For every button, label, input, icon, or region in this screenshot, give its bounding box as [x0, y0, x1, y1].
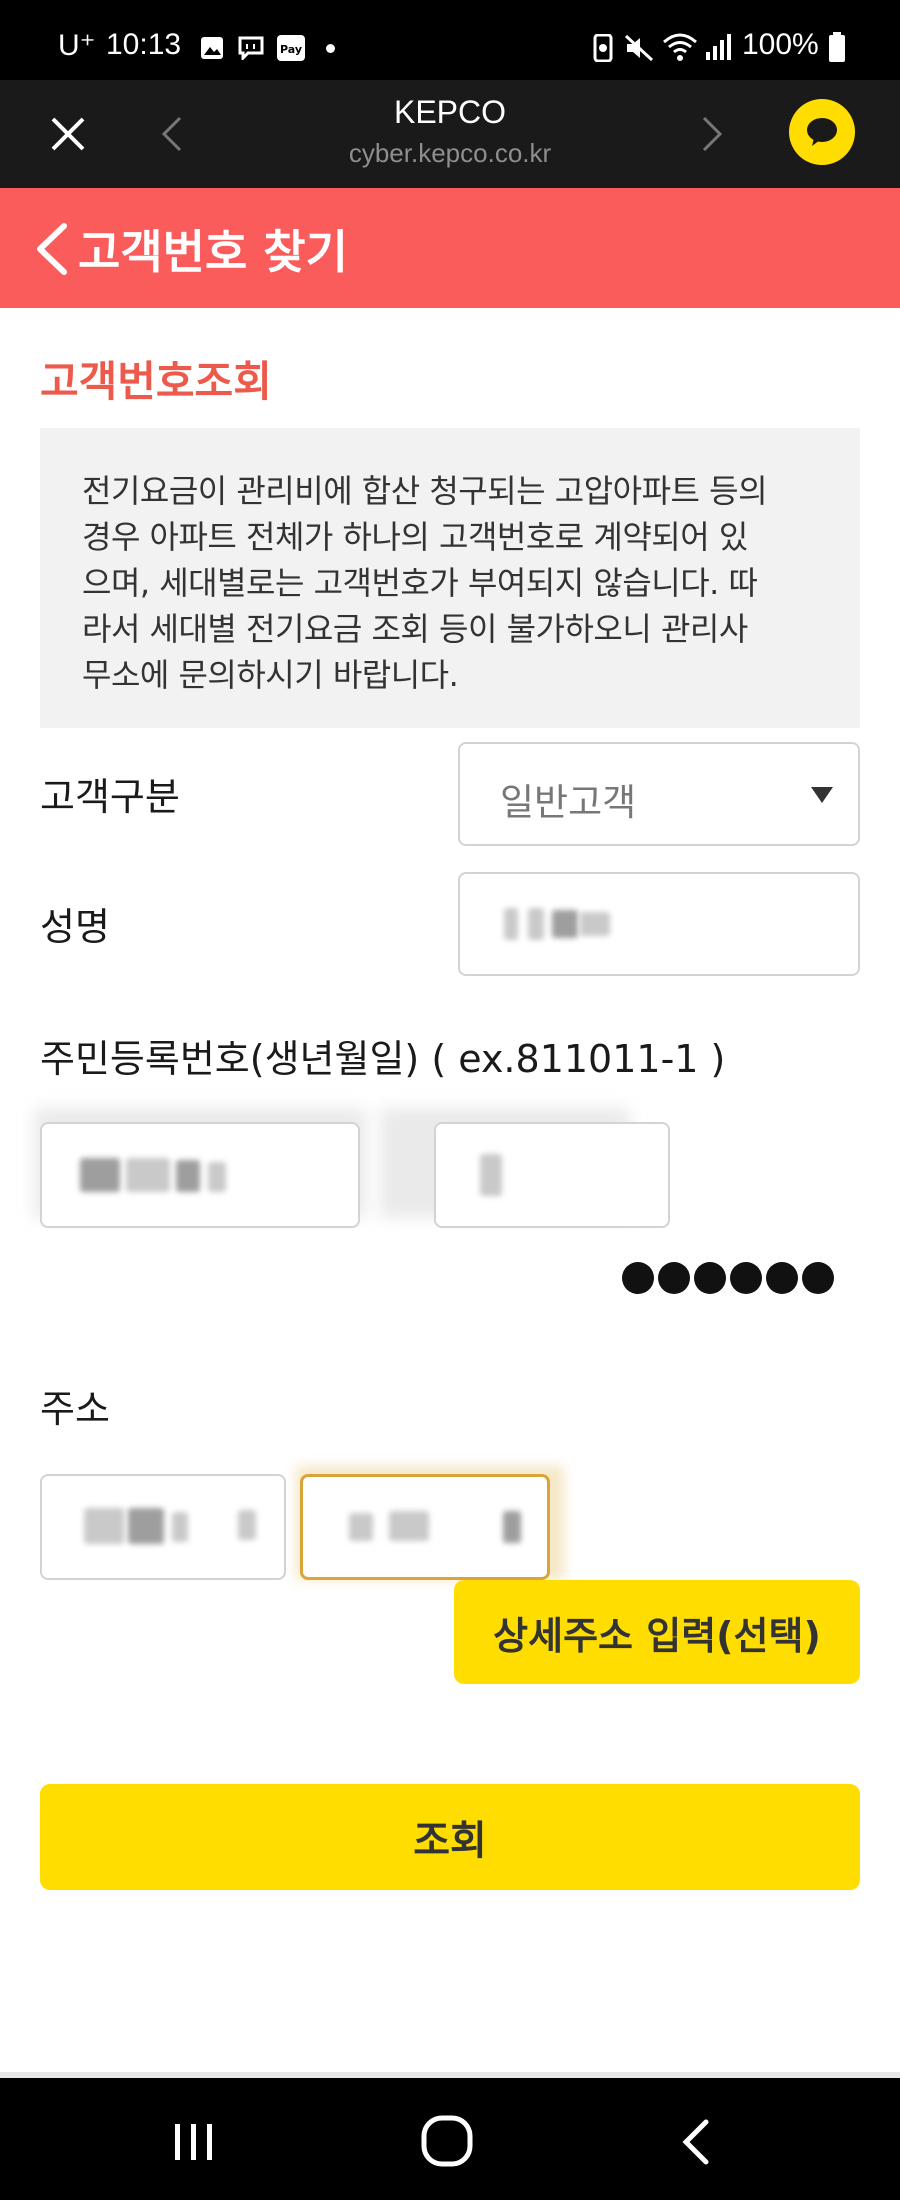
gallery-icon: [201, 37, 223, 59]
dot-icon: [326, 44, 335, 53]
page-title: 고객번호 찾기: [78, 225, 348, 279]
recycle-icon: [593, 34, 613, 62]
notice-box: 전기요금이 관리비에 합산 청구되는 고압아파트 등의 경우 아파트 전체가 하…: [40, 428, 860, 728]
redacted-text: [389, 1511, 429, 1541]
dropdown-arrow-icon: [811, 787, 833, 803]
redacted-text: [176, 1160, 200, 1192]
battery-percent: 100%: [742, 28, 819, 61]
redacted-text: [552, 910, 578, 938]
status-bar: U⁺ 10:13 Pay 100%: [0, 0, 900, 80]
customer-type-select[interactable]: 일반고객: [458, 742, 860, 846]
redacted-text: [580, 912, 610, 936]
pay-icon: Pay: [277, 35, 305, 61]
system-nav-bar: [0, 2078, 900, 2200]
mask-dot: [694, 1262, 726, 1294]
masked-digits: [622, 1262, 862, 1298]
rrn-front-input[interactable]: [40, 1122, 360, 1228]
mask-dot: [766, 1262, 798, 1294]
redacted-text: [238, 1510, 256, 1540]
customer-type-label: 고객구분: [40, 775, 180, 819]
carrier-label: U⁺: [58, 29, 96, 62]
browser-title: KEPCO: [393, 94, 507, 130]
redacted-text: [503, 1511, 521, 1543]
recent-apps-icon[interactable]: [172, 2122, 216, 2162]
search-button[interactable]: 조회: [40, 1784, 860, 1890]
redacted-text: [172, 1512, 188, 1542]
svg-text:Pay: Pay: [280, 43, 302, 56]
redacted-text: [504, 908, 518, 940]
redacted-text: [128, 1508, 164, 1544]
browser-url[interactable]: cyber.kepco.co.kr: [0, 138, 900, 169]
battery-icon: [829, 32, 845, 62]
mask-dot: [658, 1262, 690, 1294]
browser-toolbar: KEPCO cyber.kepco.co.kr: [0, 80, 900, 188]
notice-line: 으며, 세대별로는 고객번호가 부여되지 않습니다. 따: [82, 564, 758, 602]
wifi-icon: [663, 33, 697, 61]
name-label: 성명: [40, 905, 110, 949]
zipcode-input[interactable]: [40, 1474, 286, 1580]
rrn-back-input[interactable]: [434, 1122, 670, 1228]
detail-address-button-label: 상세주소 입력(선택): [493, 1613, 821, 1658]
redacted-text: [126, 1158, 170, 1192]
home-icon[interactable]: [420, 2114, 474, 2168]
redacted-text: [349, 1513, 373, 1541]
redacted-text: [80, 1158, 120, 1192]
forward-icon[interactable]: [700, 114, 724, 154]
redacted-text: [208, 1162, 226, 1192]
mask-dot: [730, 1262, 762, 1294]
chevron-left-icon[interactable]: [34, 222, 68, 276]
search-button-label: 조회: [413, 1818, 487, 1864]
address-input[interactable]: [300, 1474, 550, 1580]
redacted-text: [480, 1154, 502, 1196]
mask-dot: [802, 1262, 834, 1294]
redacted-text: [84, 1508, 124, 1544]
notice-line: 라서 세대별 전기요금 조회 등이 불가하오니 관리사: [82, 610, 748, 648]
detail-address-button[interactable]: 상세주소 입력(선택): [454, 1580, 860, 1684]
address-label: 주소: [40, 1387, 110, 1431]
notice-line: 경우 아파트 전체가 하나의 고객번호로 계약되어 있: [82, 518, 748, 556]
mute-icon: [624, 34, 654, 62]
back-icon[interactable]: [680, 2118, 710, 2166]
kakaotalk-icon[interactable]: [788, 98, 856, 166]
mask-dot: [622, 1262, 654, 1294]
redacted-text: [528, 908, 544, 940]
signal-icon: [706, 34, 731, 60]
rrn-label: 주민등록번호(생년월일) ( ex.811011-1 ): [40, 1037, 726, 1081]
page-header: 고객번호 찾기: [0, 188, 900, 308]
name-input[interactable]: [458, 872, 860, 976]
status-time: 10:13: [106, 28, 182, 61]
notice-line: 전기요금이 관리비에 합산 청구되는 고압아파트 등의: [82, 472, 768, 510]
message-icon: [238, 36, 264, 60]
customer-type-value: 일반고객: [500, 781, 637, 824]
section-title: 고객번호조회: [40, 357, 272, 406]
notice-line: 무소에 문의하시기 바랍니다.: [82, 656, 459, 694]
